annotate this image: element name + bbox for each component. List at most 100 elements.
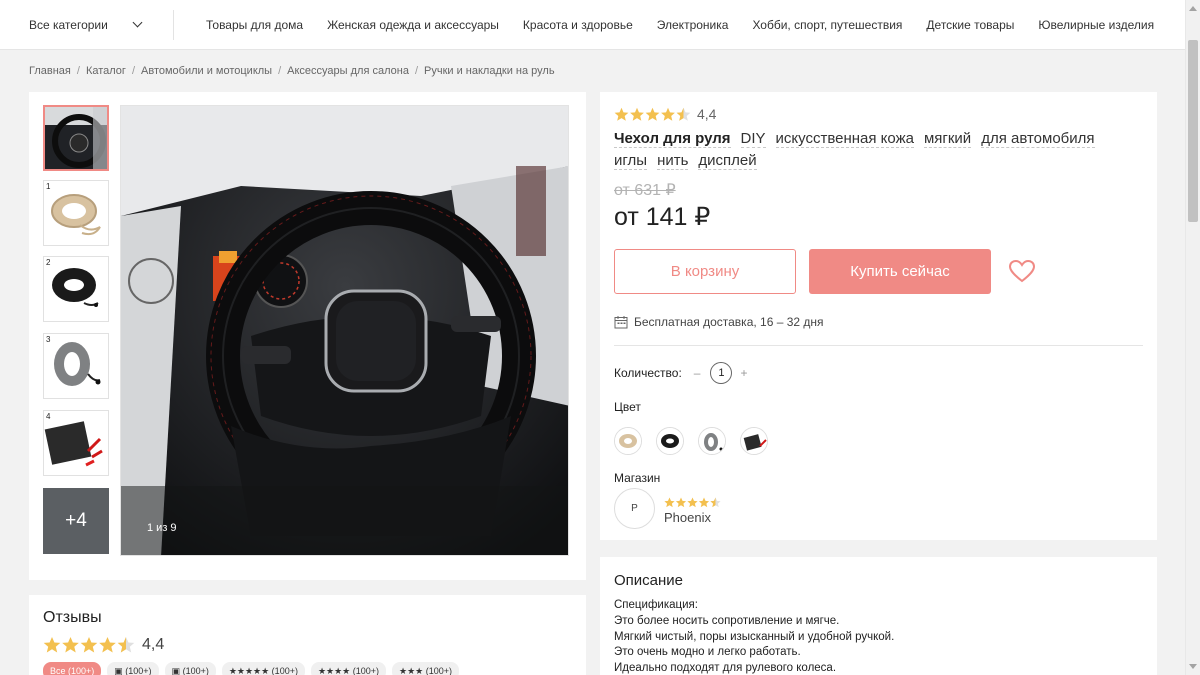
product-title-main[interactable]: Чехол для руля (614, 130, 731, 148)
main-product-image[interactable]: 1 из 9 (120, 105, 569, 556)
category-links: Товары для дома Женская одежда и аксессу… (174, 18, 1178, 32)
gallery-thumb-1[interactable]: 1 (43, 180, 109, 246)
category-link-jewelry[interactable]: Ювелирные изделия (1038, 18, 1154, 32)
description-panel: Описание Спецификация: Это более носить … (600, 557, 1157, 675)
category-link-kids[interactable]: Детские товары (926, 18, 1014, 32)
color-option-black-red[interactable] (740, 427, 768, 455)
review-filter-all[interactable]: Все (100+) (43, 662, 102, 675)
delivery-text: Бесплатная доставка, 16 – 32 дня (634, 315, 824, 329)
more-label: +4 (65, 510, 87, 531)
description-line: Мягкий чистый, поры изысканный и удобной… (614, 630, 895, 643)
quantity-label: Количество: (614, 366, 682, 380)
store-avatar[interactable]: P (614, 488, 655, 529)
divider (614, 345, 1143, 346)
category-link-beauty[interactable]: Красота и здоровье (523, 18, 633, 32)
breadcrumb-separator: / (76, 65, 80, 77)
breadcrumb-separator: / (278, 65, 282, 77)
breadcrumb-catalog[interactable]: Каталог (86, 65, 126, 77)
quantity-value[interactable]: 1 (710, 362, 733, 384)
breadcrumb-separator: / (131, 65, 135, 77)
delivery-info: Бесплатная доставка, 16 – 32 дня (614, 315, 824, 329)
breadcrumb-separator: / (414, 65, 419, 77)
thumb-number: 4 (46, 412, 51, 421)
quantity-stepper: Количество: – 1 + (614, 362, 747, 384)
review-filter-video[interactable]: ▣ (100+) (164, 662, 216, 675)
page-scrollbar[interactable] (1185, 0, 1200, 675)
category-link-hobby[interactable]: Хобби, спорт, путешествия (752, 18, 902, 32)
description-line: Идеально подходят для рулевого колеса. (614, 662, 837, 675)
product-tag[interactable]: дисплей (698, 152, 757, 170)
reviews-title: Отзывы (43, 609, 102, 626)
thumb-number: 3 (46, 335, 51, 344)
breadcrumb: Главная / Каталог / Автомобили и мотоциклы… (29, 65, 555, 77)
color-label: Цвет (614, 400, 641, 414)
all-categories-dropdown[interactable]: Все категории (0, 9, 174, 40)
black-red-cover-thumb-image (44, 421, 103, 467)
description-text: Спецификация: Это более носить сопротивл… (614, 598, 894, 675)
breadcrumb-home[interactable]: Главная (29, 65, 71, 77)
add-to-cart-button[interactable]: В корзину (614, 249, 796, 294)
gallery-thumb-2[interactable]: 2 (43, 256, 109, 322)
product-tag[interactable]: DIY (740, 130, 766, 148)
breadcrumb-auto[interactable]: Автомобили и мотоциклы (141, 65, 272, 77)
store-label: Магазин (614, 471, 661, 485)
steering-wheel-image (121, 106, 568, 555)
product-tag[interactable]: иглы (614, 152, 648, 170)
scroll-up-arrow-icon[interactable] (1189, 6, 1197, 11)
wishlist-heart-icon[interactable] (1008, 258, 1036, 286)
thumb-number: 2 (46, 258, 51, 267)
current-price: от 141 ₽ (614, 203, 711, 231)
steering-wheel-thumb-image (45, 107, 107, 169)
black-cover-thumb-image (52, 268, 99, 307)
gallery-more-button[interactable]: +4 (43, 488, 109, 554)
rating-value: 4,4 (697, 106, 717, 122)
description-line: Это очень модно и легко работать. (614, 646, 801, 659)
reviews-stars-icon (43, 637, 135, 653)
color-option-black[interactable] (656, 427, 684, 455)
review-filter-3-stars[interactable]: ★★★ (100+) (392, 662, 459, 675)
color-option-beige[interactable] (614, 427, 642, 455)
calendar-icon (614, 316, 628, 329)
product-info-panel: 4,4 Чехол для руля DIY искусственная кожа м… (600, 92, 1157, 540)
description-title: Описание (614, 572, 684, 589)
breadcrumb-interior[interactable]: Аксессуары для салона (287, 65, 409, 77)
category-link-home[interactable]: Товары для дома (206, 18, 303, 32)
thumb-number: 1 (46, 182, 51, 191)
review-filter-photo[interactable]: ▣ (100+) (107, 662, 159, 675)
rating-stars-icon (614, 107, 691, 121)
category-nav: Все категории Товары для дома Женская од… (0, 0, 1185, 50)
product-tag[interactable]: для автомобиля (981, 130, 1095, 148)
all-categories-label: Все категории (29, 17, 108, 32)
product-tag[interactable]: искусственная кожа (775, 130, 914, 148)
old-price: от 631 ₽ (614, 182, 676, 199)
product-title: Чехол для руля DIY искусственная кожа мягки… (614, 128, 1144, 172)
product-gallery: 1 2 3 4 +4 1 из 9 (29, 92, 586, 580)
description-line: Спецификация: (614, 599, 698, 611)
gallery-thumb-0[interactable] (43, 105, 109, 171)
gallery-thumb-4[interactable]: 4 (43, 410, 109, 476)
store-name[interactable]: Phoenix (664, 510, 711, 525)
chevron-down-icon (132, 17, 143, 28)
description-line: Это более носить сопротивление и мягче. (614, 614, 840, 627)
store-rating-stars-icon (664, 497, 721, 508)
gallery-thumb-3[interactable]: 3 (43, 333, 109, 399)
gray-cover-thumb-image (54, 342, 101, 386)
gallery-counter: 1 из 9 (147, 522, 177, 534)
quantity-plus-button[interactable]: + (740, 366, 747, 380)
color-swatches (614, 427, 782, 455)
breadcrumb-current[interactable]: Ручки и накладки на руль (424, 65, 555, 77)
buy-now-button[interactable]: Купить сейчас (809, 249, 991, 294)
product-tag[interactable]: мягкий (923, 130, 972, 148)
color-option-gray[interactable] (698, 427, 726, 455)
category-link-women[interactable]: Женская одежда и аксессуары (327, 18, 499, 32)
product-tag[interactable]: нить (657, 152, 689, 170)
category-link-electronics[interactable]: Электроника (657, 18, 729, 32)
scroll-thumb[interactable] (1188, 40, 1198, 222)
reviews-rating-value: 4,4 (142, 636, 165, 653)
reviews-rating: 4,4 (43, 636, 164, 654)
review-filter-4-stars[interactable]: ★★★★ (100+) (310, 662, 386, 675)
quantity-minus-button[interactable]: – (694, 366, 701, 380)
scroll-down-arrow-icon[interactable] (1189, 664, 1197, 669)
product-rating[interactable]: 4,4 (614, 106, 716, 122)
review-filter-5-stars[interactable]: ★★★★★ (100+) (221, 662, 305, 675)
